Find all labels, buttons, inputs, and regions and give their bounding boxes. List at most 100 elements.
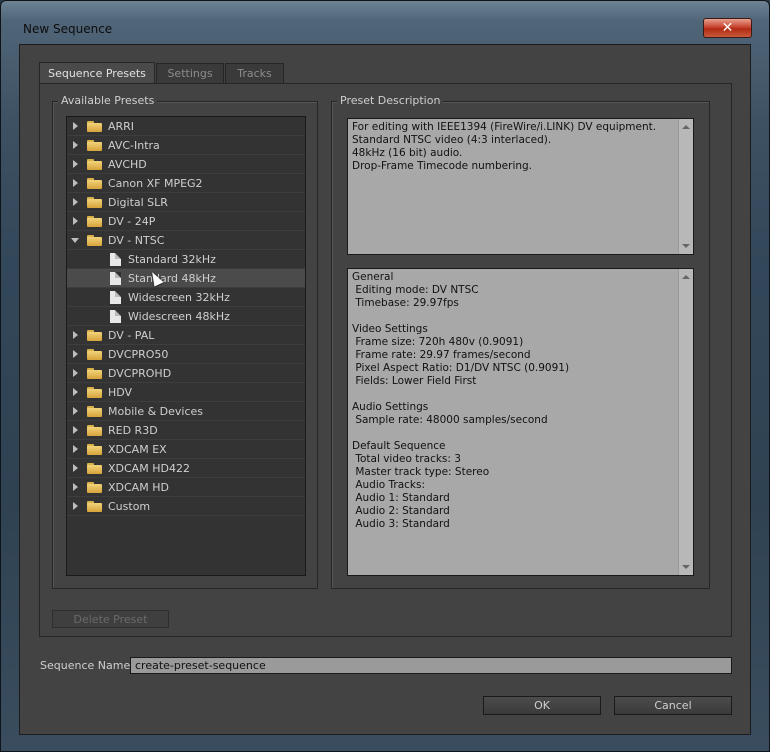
preset-item[interactable]: Widescreen 48kHz [67,307,305,326]
description-line: Audio Settings [352,401,429,413]
chevron-down-icon[interactable] [71,235,79,245]
chevron-right-icon[interactable] [72,463,78,473]
preset-file-icon [110,309,121,323]
chevron-right-icon[interactable] [72,368,78,378]
close-button[interactable]: ✕ [703,18,752,38]
scroll-up-icon[interactable] [682,275,690,279]
chevron-right-icon[interactable] [72,216,78,226]
chevron-right-icon[interactable] [72,178,78,188]
sequence-name-input[interactable]: create-preset-sequence [130,657,732,674]
preset-folder[interactable]: Custom [67,497,305,516]
description-line: General [352,271,394,283]
folder-icon [87,139,102,151]
preset-label: AVCHD [108,157,147,171]
preset-folder[interactable]: XDCAM HD [67,478,305,497]
folder-icon [87,196,102,208]
preset-item[interactable]: Widescreen 32kHz [67,288,305,307]
description-line: Frame rate: 29.97 frames/second [352,349,531,361]
chevron-right-icon[interactable] [72,349,78,359]
chevron-right-icon[interactable] [72,406,78,416]
description-line: Sample rate: 48000 samples/second [352,414,548,426]
preset-label: DV - NTSC [108,233,165,247]
preset-folder[interactable]: Canon XF MPEG2 [67,174,305,193]
dialog-client-area: Sequence Presets Settings Tracks Availab… [19,44,751,735]
preset-label: Digital SLR [108,195,168,209]
delete-preset-button[interactable]: Delete Preset [52,610,169,628]
chevron-right-icon[interactable] [72,197,78,207]
description-line: For editing with IEEE1394 (FireWire/i.LI… [352,121,657,133]
cancel-button[interactable]: Cancel [614,696,732,715]
folder-icon [87,329,102,341]
chevron-right-icon[interactable] [72,159,78,169]
preset-label: DVCPROHD [108,366,172,380]
chevron-right-icon[interactable] [72,444,78,454]
scroll-down-icon[interactable] [682,244,690,248]
chevron-right-icon[interactable] [72,330,78,340]
preset-folder[interactable]: ARRI [67,117,305,136]
preset-folder[interactable]: Mobile & Devices [67,402,305,421]
preset-summary-box[interactable]: For editing with IEEE1394 (FireWire/i.LI… [347,118,694,255]
description-line: Master track type: Stereo [352,466,490,478]
tab-panel-sequence-presets: Available Presets ARRI AVC-Intra AVCHD Cano… [39,83,732,637]
preset-file-icon [110,290,121,304]
preset-folder[interactable]: XDCAM HD422 [67,459,305,478]
preset-folder[interactable]: DV - 24P [67,212,305,231]
folder-icon [87,443,102,455]
description-line: Default Sequence [352,440,446,452]
tab-settings[interactable]: Settings [156,63,224,83]
folder-icon [87,386,102,398]
chevron-right-icon[interactable] [72,501,78,511]
preset-folder[interactable]: AVCHD [67,155,305,174]
preset-label: XDCAM HD422 [108,461,190,475]
preset-label: DVCPRO50 [108,347,169,361]
chevron-right-icon[interactable] [72,387,78,397]
available-presets-group: Available Presets ARRI AVC-Intra AVCHD Cano… [52,94,318,589]
chevron-right-icon[interactable] [72,482,78,492]
description-line [352,388,693,401]
preset-item[interactable]: Standard 48kHz [67,269,305,288]
folder-icon [87,500,102,512]
description-line: Audio 2: Standard [352,505,450,517]
preset-label: AVC-Intra [108,138,160,152]
description-line: Frame size: 720h 480v (0.9091) [352,336,524,348]
preset-label: Widescreen 32kHz [128,290,230,304]
summary-scrollbar[interactable] [678,119,693,254]
preset-details-box[interactable]: General Editing mode: DV NTSC Timebase: … [347,268,694,576]
preset-folder[interactable]: DVCPRO50 [67,345,305,364]
sequence-name-label: Sequence Name: [40,659,134,672]
chevron-right-icon[interactable] [72,121,78,131]
tab-tracks[interactable]: Tracks [225,63,284,83]
available-presets-label: Available Presets [58,94,158,107]
preset-label: RED R3D [108,423,158,437]
description-line: Audio Tracks: [352,479,426,491]
preset-folder[interactable]: DV - NTSC [67,231,305,250]
preset-folder[interactable]: RED R3D [67,421,305,440]
ok-button[interactable]: OK [483,696,601,715]
description-line: Fields: Lower Field First [352,375,477,387]
preset-folder[interactable]: DV - PAL [67,326,305,345]
preset-label: XDCAM HD [108,480,169,494]
chevron-right-icon[interactable] [72,140,78,150]
preset-label: HDV [108,385,133,399]
scroll-up-icon[interactable] [682,125,690,129]
preset-item[interactable]: Standard 32kHz [67,250,305,269]
preset-folder[interactable]: Digital SLR [67,193,305,212]
folder-icon [87,215,102,227]
description-line: Pixel Aspect Ratio: D1/DV NTSC (0.9091) [352,362,570,374]
scroll-down-icon[interactable] [682,565,690,569]
description-line: Timebase: 29.97fps [352,297,459,309]
preset-label: XDCAM EX [108,442,167,456]
preset-file-icon [110,271,121,285]
preset-folder[interactable]: AVC-Intra [67,136,305,155]
preset-label: DV - 24P [108,214,156,228]
preset-folder[interactable]: DVCPROHD [67,364,305,383]
preset-folder[interactable]: XDCAM EX [67,440,305,459]
tab-sequence-presets[interactable]: Sequence Presets [39,62,155,83]
folder-icon [87,367,102,379]
details-scrollbar[interactable] [678,269,693,575]
description-line: Audio 1: Standard [352,492,450,504]
presets-tree[interactable]: ARRI AVC-Intra AVCHD Canon XF MPEG2 Digital … [66,116,306,576]
chevron-right-icon[interactable] [72,425,78,435]
description-line: Editing mode: DV NTSC [352,284,479,296]
preset-folder[interactable]: HDV [67,383,305,402]
